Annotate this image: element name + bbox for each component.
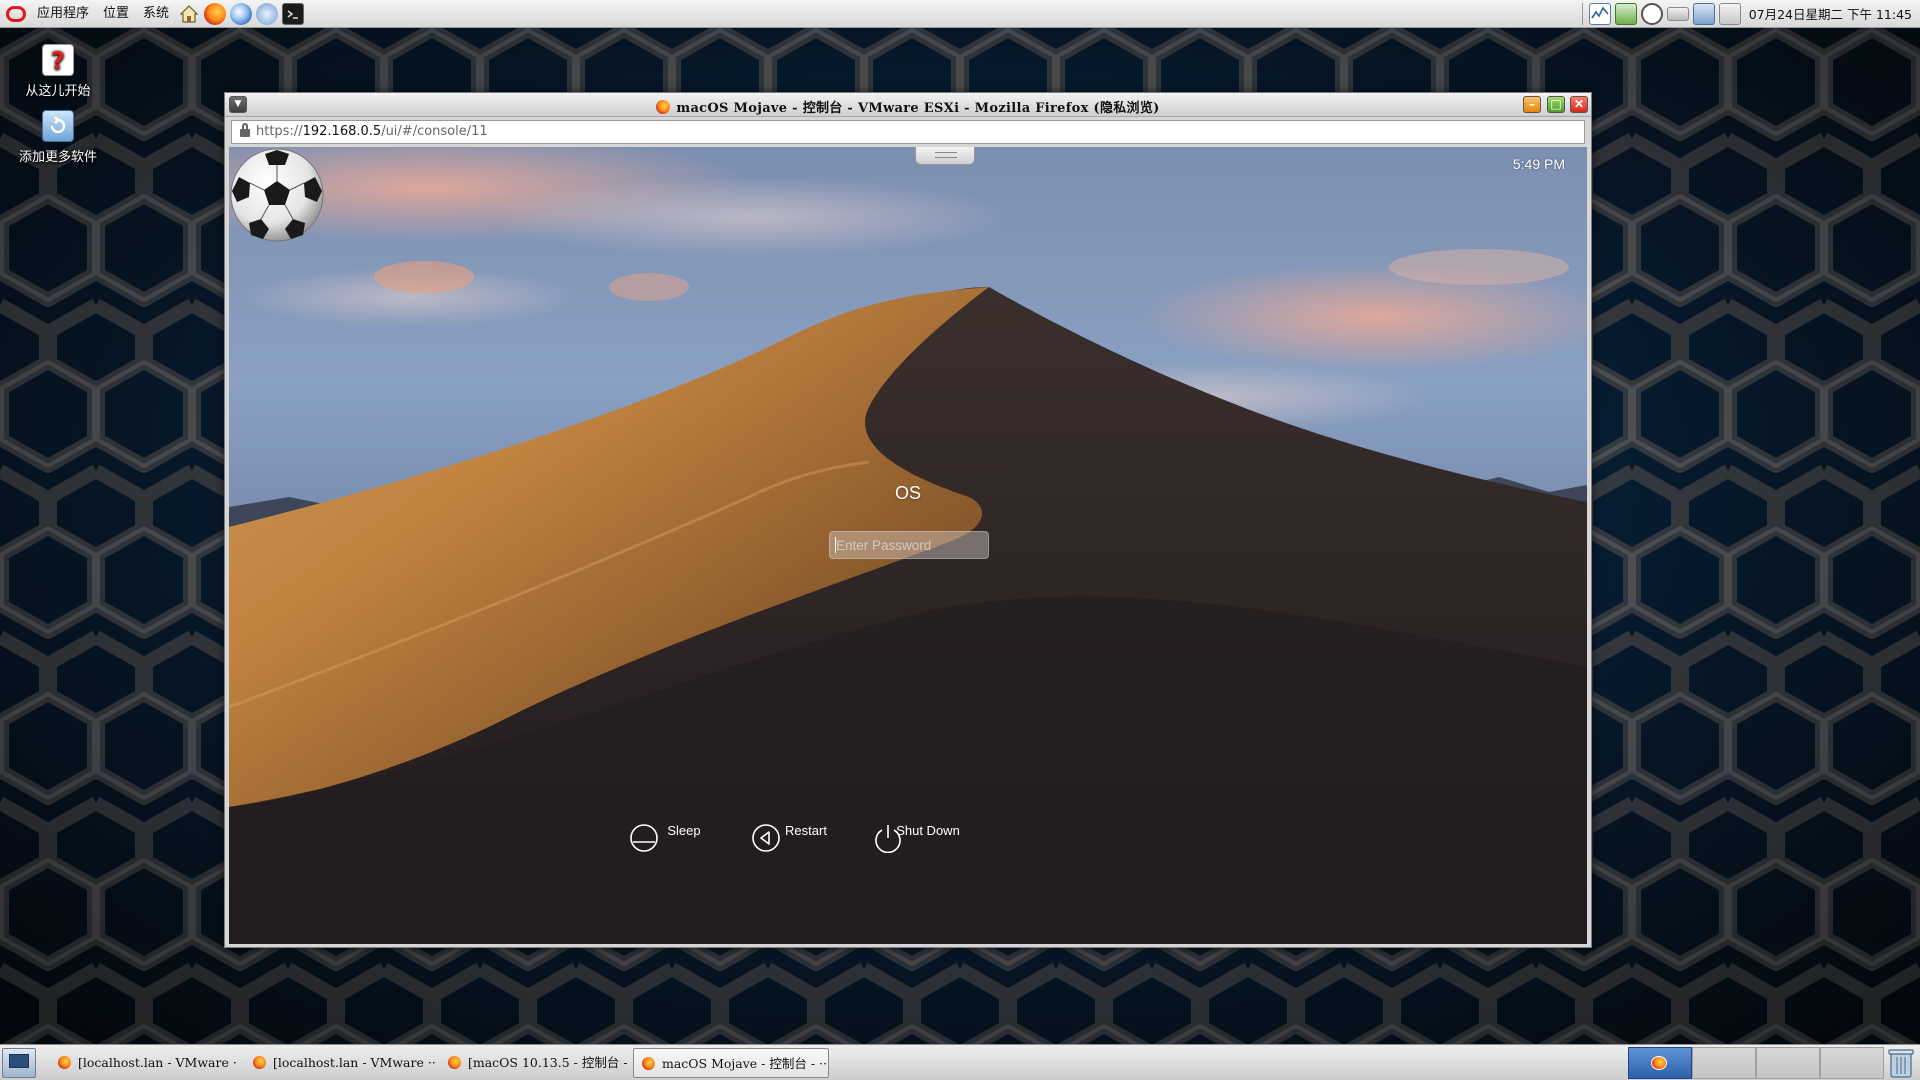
printer-icon[interactable]: [1718, 2, 1741, 25]
restart-button[interactable]: Restart: [751, 823, 861, 852]
distro-logo-icon[interactable]: [6, 5, 26, 22]
bottom-taskbar: [localhost.lan - VMware ··· [localhost.l…: [0, 1044, 1920, 1080]
url-bar[interactable]: https://192.168.0.5/ui/#/console/11: [231, 120, 1585, 144]
firefox-icon: [253, 1056, 266, 1069]
taskbar-item[interactable]: [localhost.lan - VMware ···: [50, 1048, 238, 1078]
top-panel: 应用程序 位置 系统 07月24日星期二 下午 11:45: [0, 0, 1920, 28]
taskbar-item[interactable]: [macOS 10.13.5 - 控制台 - ···: [440, 1048, 632, 1078]
show-desktop-button[interactable]: [2, 1048, 36, 1078]
text-caret: [835, 537, 836, 553]
workspace-2[interactable]: [1692, 1047, 1756, 1079]
shutdown-button[interactable]: Shut Down: [873, 823, 983, 853]
shutdown-icon: [875, 825, 901, 853]
applications-menu[interactable]: 应用程序: [30, 0, 96, 28]
url-scheme: https://: [256, 124, 303, 139]
home-folder-icon[interactable]: [178, 3, 200, 25]
terminal-launcher-icon[interactable]: [282, 2, 305, 25]
user-switcher-icon[interactable]: [1692, 2, 1715, 25]
login-username: OS: [894, 483, 921, 503]
lock-icon: [240, 123, 250, 137]
window-title: macOS Mojave - 控制台 - VMware ESXi - Mozil…: [225, 97, 1591, 116]
firefox-icon: [656, 100, 671, 114]
taskbar-item-active[interactable]: macOS Mojave - 控制台 - ···: [633, 1048, 829, 1078]
firefox-launcher-icon[interactable]: [204, 2, 227, 25]
add-software-icon: [42, 110, 74, 142]
panel-clock[interactable]: 07月24日星期二 下午 11:45: [1743, 4, 1920, 23]
maximize-button[interactable]: □: [1547, 96, 1565, 113]
taskbar-item[interactable]: [localhost.lan - VMware ···: [245, 1048, 435, 1078]
removable-drive-icon[interactable]: [1666, 6, 1689, 21]
user-avatar[interactable]: [229, 147, 325, 243]
window-titlebar[interactable]: ▼ macOS Mojave - 控制台 - VMware ESXi - Moz…: [225, 93, 1591, 117]
firefox-icon: [448, 1056, 461, 1069]
restart-label: Restart: [785, 823, 827, 838]
network-icon[interactable]: [1614, 2, 1637, 25]
help-icon: ?: [42, 44, 74, 76]
desktop-icon-label: 从这儿开始: [25, 84, 91, 99]
restart-icon: [752, 824, 780, 852]
firefox-icon: [58, 1056, 71, 1069]
desktop-icon-start-here[interactable]: ? 从这儿开始: [10, 44, 106, 99]
url-host: 192.168.0.5: [302, 124, 382, 139]
desktop-icon-add-software[interactable]: 添加更多软件: [10, 110, 106, 165]
workspace-1[interactable]: [1628, 1047, 1692, 1079]
workspace-4[interactable]: [1820, 1047, 1884, 1079]
trash-icon[interactable]: [1886, 1047, 1916, 1079]
places-menu[interactable]: 位置: [96, 0, 136, 28]
firefox-icon: [642, 1057, 655, 1070]
console-toolbar-handle[interactable]: [915, 147, 975, 165]
system-monitor-icon[interactable]: [1588, 2, 1611, 25]
clock-applet-icon[interactable]: [1640, 2, 1663, 25]
sleep-icon: [630, 824, 658, 852]
system-menu[interactable]: 系统: [136, 0, 176, 28]
firefox-window: ▼ macOS Mojave - 控制台 - VMware ESXi - Moz…: [224, 92, 1592, 948]
workspace-3[interactable]: [1756, 1047, 1820, 1079]
thunderbird-launcher-icon[interactable]: [230, 2, 253, 25]
vm-console-screen[interactable]: 5:49 PM OS Sleep Restart Shut Down: [229, 147, 1587, 944]
close-button[interactable]: ✕: [1570, 96, 1588, 113]
shutdown-label: Shut Down: [896, 823, 960, 838]
update-launcher-icon[interactable]: [256, 2, 279, 25]
url-path: /ui/#/console/11: [381, 124, 488, 139]
password-input[interactable]: [829, 531, 989, 559]
mac-clock: 5:49 PM: [1512, 156, 1565, 172]
sleep-label: Sleep: [667, 823, 701, 838]
minimize-button[interactable]: –: [1523, 96, 1541, 113]
firefox-icon: [1651, 1056, 1667, 1070]
sleep-button[interactable]: Sleep: [629, 823, 739, 852]
desktop-icon-label: 添加更多软件: [18, 150, 97, 165]
